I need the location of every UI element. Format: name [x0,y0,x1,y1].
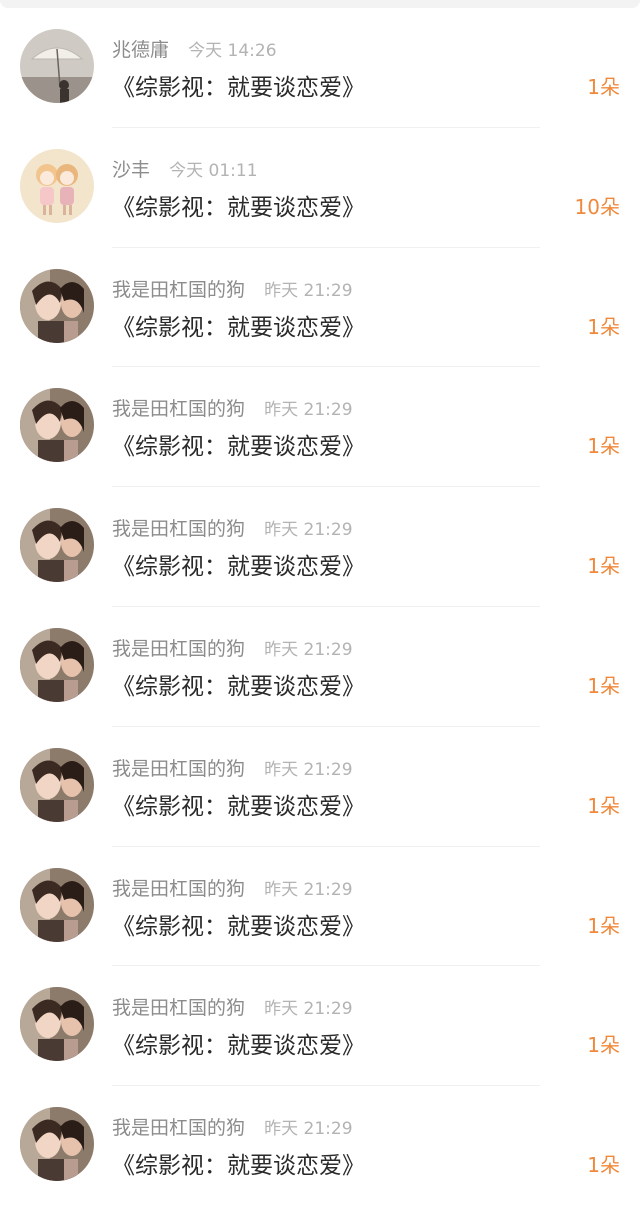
book-title[interactable]: 《综影视：就要谈恋爱》 [112,547,365,581]
gift-count: 10朵 [574,194,620,219]
selfie-photo-avatar[interactable] [20,268,94,343]
timestamp: 昨天 21:29 [264,999,353,1020]
item-meta: 我是田杠国的狗 昨天 21:29 [112,634,353,660]
gift-count: 1朵 [587,1033,620,1058]
list-item[interactable]: 我是田杠国的狗 昨天 21:29 《综影视：就要谈恋爱》 1朵 [0,248,640,368]
list-item[interactable]: 兆德庸 今天 14:26 《综影视：就要谈恋爱》 1朵 [0,8,640,128]
list-item[interactable]: 我是田杠国的狗 昨天 21:29 《综影视：就要谈恋爱》 1朵 [0,727,640,847]
selfie-photo-avatar[interactable] [20,867,94,942]
user-name[interactable]: 我是田杠国的狗 [112,997,245,1019]
timestamp: 昨天 21:29 [264,280,353,301]
timestamp: 今天 01:11 [169,160,258,181]
gift-count: 1朵 [587,793,620,818]
list-item[interactable]: 我是田杠国的狗 昨天 21:29 《综影视：就要谈恋爱》 1朵 [0,487,640,607]
user-name[interactable]: 我是田杠国的狗 [112,1117,245,1139]
book-title[interactable]: 《综影视：就要谈恋爱》 [112,667,365,701]
gift-record-list: 兆德庸 今天 14:26 《综影视：就要谈恋爱》 1朵 沙丰 今天 01:11 … [0,8,640,1206]
book-title[interactable]: 《综影视：就要谈恋爱》 [112,907,365,941]
item-meta: 我是田杠国的狗 昨天 21:29 [112,993,353,1019]
book-title[interactable]: 《综影视：就要谈恋爱》 [112,787,365,821]
item-meta: 兆德庸 今天 14:26 [112,35,277,61]
list-item[interactable]: 我是田杠国的狗 昨天 21:29 《综影视：就要谈恋爱》 1朵 [0,847,640,967]
user-name[interactable]: 我是田杠国的狗 [112,518,245,540]
book-title[interactable]: 《综影视：就要谈恋爱》 [112,308,365,342]
book-title[interactable]: 《综影视：就要谈恋爱》 [112,427,365,461]
timestamp: 昨天 21:29 [264,759,353,780]
user-name[interactable]: 我是田杠国的狗 [112,279,245,301]
list-item[interactable]: 沙丰 今天 01:11 《综影视：就要谈恋爱》 10朵 [0,128,640,248]
list-item[interactable]: 我是田杠国的狗 昨天 21:29 《综影视：就要谈恋爱》 1朵 [0,966,640,1087]
user-name[interactable]: 我是田杠国的狗 [112,638,245,660]
timestamp: 昨天 21:29 [264,639,353,660]
umbrella-photo-avatar[interactable] [20,29,94,103]
gift-count: 1朵 [587,75,620,99]
book-title[interactable]: 《综影视：就要谈恋爱》 [112,1146,365,1180]
selfie-photo-avatar[interactable] [20,747,94,822]
item-meta: 我是田杠国的狗 昨天 21:29 [112,874,353,900]
selfie-photo-avatar[interactable] [20,627,94,702]
timestamp: 昨天 21:29 [264,520,353,541]
list-item[interactable]: 我是田杠国的狗 昨天 21:29 《综影视：就要谈恋爱》 1朵 [0,367,640,488]
item-meta: 我是田杠国的狗 昨天 21:29 [112,394,353,420]
user-name[interactable]: 我是田杠国的狗 [112,398,245,420]
gift-count: 1朵 [587,913,620,938]
top-card-edge [0,0,640,8]
gift-count: 1朵 [587,554,620,579]
timestamp: 昨天 21:29 [264,400,353,421]
timestamp: 昨天 21:29 [264,1119,353,1140]
item-meta: 沙丰 今天 01:11 [112,155,258,181]
user-name[interactable]: 我是田杠国的狗 [112,878,245,900]
book-title[interactable]: 《综影视：就要谈恋爱》 [112,188,365,222]
book-title[interactable]: 《综影视：就要谈恋爱》 [112,1026,365,1060]
item-meta: 我是田杠国的狗 昨天 21:29 [112,1113,353,1139]
user-name[interactable]: 我是田杠国的狗 [112,758,245,780]
selfie-photo-avatar[interactable] [20,508,94,583]
item-meta: 我是田杠国的狗 昨天 21:29 [112,754,353,780]
gift-count: 1朵 [587,1153,620,1178]
gift-count: 1朵 [587,434,620,459]
gift-count: 1朵 [587,673,620,698]
anime-girls-avatar[interactable] [20,148,94,223]
selfie-photo-avatar[interactable] [20,1107,94,1182]
selfie-photo-avatar[interactable] [20,987,94,1062]
timestamp: 昨天 21:29 [264,879,353,900]
item-meta: 我是田杠国的狗 昨天 21:29 [112,275,353,301]
selfie-photo-avatar[interactable] [20,388,94,463]
list-item[interactable]: 我是田杠国的狗 昨天 21:29 《综影视：就要谈恋爱》 1朵 [0,1086,640,1206]
gift-count: 1朵 [587,314,620,339]
book-title[interactable]: 《综影视：就要谈恋爱》 [112,68,365,102]
user-name[interactable]: 兆德庸 [112,39,169,61]
timestamp: 今天 14:26 [188,41,277,61]
list-item[interactable]: 我是田杠国的狗 昨天 21:29 《综影视：就要谈恋爱》 1朵 [0,607,640,727]
item-meta: 我是田杠国的狗 昨天 21:29 [112,514,353,540]
user-name[interactable]: 沙丰 [112,159,150,181]
